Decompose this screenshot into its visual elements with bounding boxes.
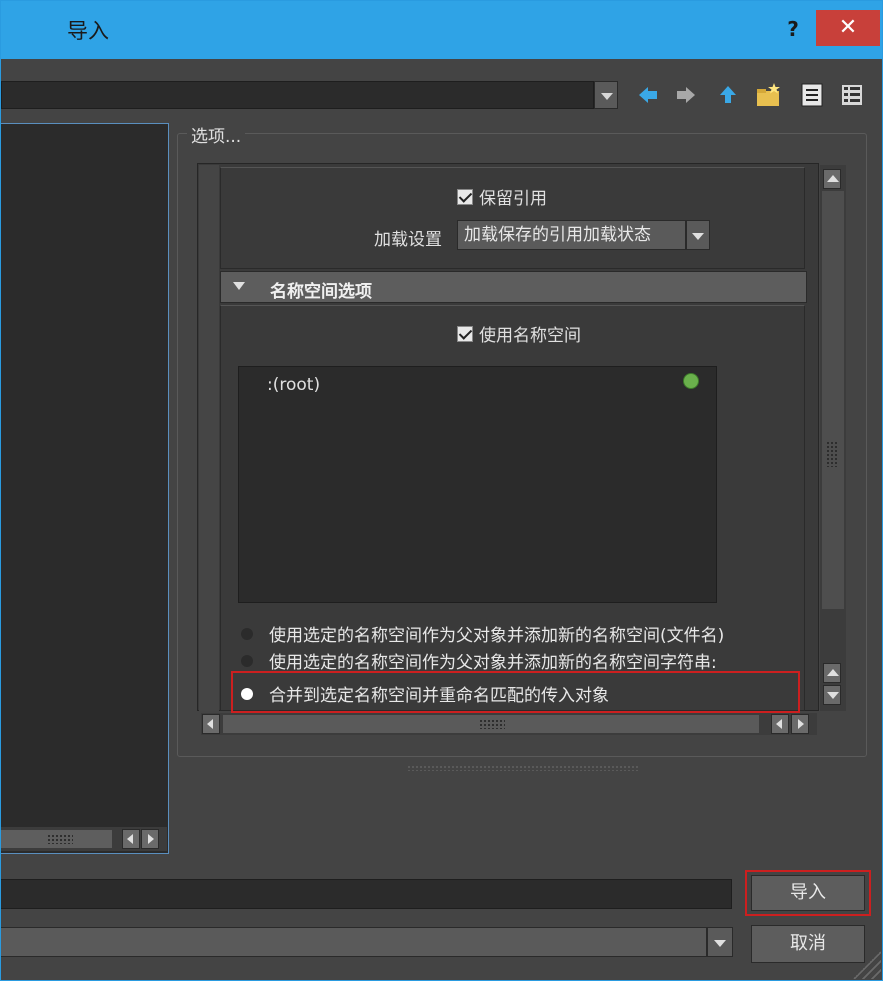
file-browser-panel[interactable] [1,123,169,854]
scroll-left-button[interactable] [202,714,220,734]
scroll-grip-icon [47,834,73,844]
namespace-status-dot-icon [683,373,699,389]
namespace-list-item[interactable]: :(root) [267,375,320,395]
use-namespaces-label: 使用名称空间 [479,326,581,346]
load-settings-dropdown-button[interactable] [686,220,710,250]
panel-splitter-handle[interactable] [407,765,639,771]
keep-references-checkbox[interactable] [457,188,473,205]
new-folder-icon[interactable] [753,81,783,109]
radio-option-parent-string[interactable]: 使用选定的名称空间作为父对象并添加新的名称空间字符串: [241,648,717,673]
scroll-left-button[interactable] [771,714,789,734]
reference-section [220,167,805,269]
collapse-triangle-icon[interactable] [233,282,245,290]
file-name-input[interactable] [1,879,732,909]
scroll-up-button-lower[interactable] [823,663,841,683]
help-button[interactable]: ? [773,9,813,49]
radio-button[interactable] [241,627,253,640]
namespace-list[interactable] [238,366,717,603]
path-input[interactable] [1,81,594,109]
path-dropdown-button[interactable] [594,81,618,109]
radio-option-parent-filename[interactable]: 使用选定的名称空间作为父对象并添加新的名称空间(文件名) [241,621,724,646]
radio-label: 使用选定的名称空间作为父对象并添加新的名称空间(文件名) [269,626,725,646]
up-folder-icon[interactable] [713,81,743,109]
scroll-grip-icon [479,719,505,729]
file-type-select[interactable] [1,927,707,957]
scroll-up-button[interactable] [823,169,841,189]
close-button[interactable]: ✕ [816,10,880,46]
use-namespaces-row[interactable]: 使用名称空间 [457,321,581,346]
detail-view-icon[interactable] [837,81,867,109]
resize-grip-icon[interactable] [853,951,881,979]
scroll-left-button[interactable] [122,829,140,849]
namespace-section-title: 名称空间选项 [270,282,372,302]
radio-button[interactable] [241,654,253,667]
list-view-icon[interactable] [797,81,827,109]
options-legend: 选项... [187,122,246,147]
scroll-grip-icon [826,441,838,467]
highlight-box-merge-option [231,671,800,713]
keep-references-row[interactable]: 保留引用 [457,184,547,209]
file-type-dropdown-button[interactable] [707,927,733,957]
keep-references-label: 保留引用 [479,189,547,209]
title-bar [1,1,882,59]
dialog-title: 导入 [67,19,109,43]
options-left-gutter [199,165,219,711]
options-vscroll-thumb[interactable] [822,191,844,609]
highlight-box-import-button [745,870,871,916]
cancel-button[interactable]: 取消 [751,925,865,963]
import-dialog: 导入 ? ✕ 选项... 保留引用 加载设置 加载保存的引用加载状态 名称空间选… [0,0,883,981]
back-arrow-icon[interactable] [633,81,663,109]
use-namespaces-checkbox[interactable] [457,325,473,342]
load-settings-select[interactable]: 加载保存的引用加载状态 [457,220,686,250]
scroll-down-button[interactable] [823,685,841,705]
forward-arrow-icon[interactable] [671,81,701,109]
radio-label: 使用选定的名称空间作为父对象并添加新的名称空间字符串: [269,653,717,673]
scroll-right-button[interactable] [791,714,809,734]
load-settings-label: 加载设置 [374,230,442,250]
scroll-right-button[interactable] [141,829,159,849]
